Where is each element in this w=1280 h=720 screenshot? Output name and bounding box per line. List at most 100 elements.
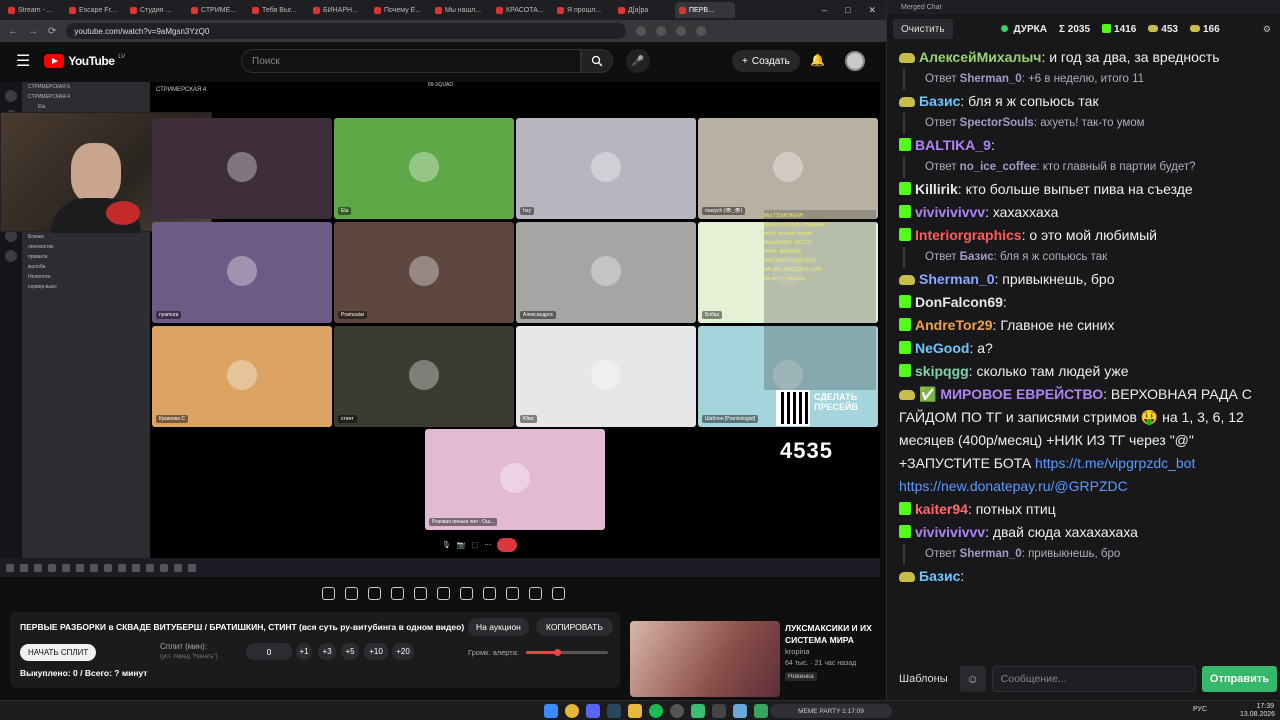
chat-username[interactable]: NeGood: [915, 340, 969, 356]
chat-username[interactable]: ✅ МИРОВОЕ ЕВРЕЙСТВО: [919, 386, 1103, 402]
recommended-title[interactable]: ЛУКСМАКСИКИ И ИХ СИСТЕМА МИРА: [785, 622, 881, 646]
clear-button[interactable]: Очистить: [893, 19, 953, 39]
bell-icon[interactable]: 🔔: [810, 53, 825, 67]
spotify-icon[interactable]: [649, 704, 663, 718]
media-widget[interactable]: MEME PARTY 1:17:09: [770, 704, 892, 718]
minimize-icon[interactable]: –: [822, 5, 827, 16]
participant-tile[interactable]: nyamura: [152, 222, 332, 323]
app-icon[interactable]: [712, 704, 726, 718]
gear-icon[interactable]: [551, 586, 565, 600]
extension-icon[interactable]: [676, 26, 687, 36]
chat-username[interactable]: AndreTor29: [915, 317, 993, 333]
chat-username[interactable]: Sherman_0: [919, 271, 994, 287]
browser-tab[interactable]: СТРИМЕ...: [187, 2, 247, 18]
emoji-icon[interactable]: ☺: [959, 666, 986, 692]
broadcast-icon[interactable]: [344, 586, 358, 600]
frame-icon[interactable]: [413, 586, 427, 600]
start-split-button[interactable]: НАЧАТЬ СПЛИТ: [20, 644, 97, 661]
reply-username[interactable]: Базис: [960, 251, 994, 263]
recommended-channel[interactable]: kropina: [785, 647, 810, 656]
mic-icon[interactable]: 🎤: [626, 49, 650, 73]
loop-icon[interactable]: [321, 586, 335, 600]
maximize-icon[interactable]: □: [845, 5, 850, 16]
recommended-thumbnail[interactable]: [630, 621, 780, 697]
extension-icon[interactable]: [636, 26, 647, 36]
browser-tab[interactable]: Почему Е...: [370, 2, 430, 18]
share-icon[interactable]: ⬚: [472, 541, 479, 549]
browser-tab[interactable]: Студия ...: [126, 2, 186, 18]
create-button[interactable]: + Создать: [732, 50, 800, 72]
screen-icon[interactable]: [436, 586, 450, 600]
youtube-logo[interactable]: YouTube LV: [44, 54, 125, 68]
profile-icon[interactable]: [696, 26, 707, 36]
app-icon[interactable]: [754, 704, 768, 718]
participant-tile[interactable]: Александрос: [516, 222, 696, 323]
search-button[interactable]: [581, 49, 613, 73]
browser-tab[interactable]: БИНАРН...: [309, 2, 369, 18]
chat-username[interactable]: BALTIKA_9: [915, 137, 991, 153]
add-minutes-button[interactable]: +10: [364, 643, 388, 660]
participant-tile[interactable]: Кукиняка С: [152, 326, 332, 427]
chat-username[interactable]: Базис: [919, 568, 960, 584]
avatar[interactable]: [845, 51, 865, 71]
chat-link[interactable]: https://t.me/vipgrpzdc_bot: [1035, 455, 1195, 471]
chat-username[interactable]: Killirik: [915, 181, 958, 197]
discord-icon[interactable]: [586, 704, 600, 718]
participant-tile[interactable]: hey: [516, 118, 696, 219]
volume-knob[interactable]: [554, 649, 562, 656]
search-input[interactable]: Поиск: [241, 49, 581, 73]
templates-button[interactable]: Шаблоны: [893, 666, 954, 692]
reply-username[interactable]: Sherman_0: [960, 73, 1022, 85]
browser-tab[interactable]: Stream - ...: [4, 2, 64, 18]
add-minutes-button[interactable]: +3: [318, 643, 336, 660]
chat-username[interactable]: Interiorgraphics: [915, 227, 1022, 243]
add-minutes-button[interactable]: +5: [341, 643, 359, 660]
auction-button[interactable]: На аукцион: [468, 618, 529, 636]
more-icon[interactable]: ⋯: [484, 541, 491, 549]
reply-username[interactable]: Sherman_0: [960, 548, 1022, 560]
back-icon[interactable]: ←: [8, 26, 18, 37]
volume-slider[interactable]: [526, 649, 608, 656]
chat-username[interactable]: АлексейМихалыч: [919, 49, 1041, 65]
explorer-icon[interactable]: [628, 704, 642, 718]
obs-icon[interactable]: [670, 704, 684, 718]
flask-icon[interactable]: [528, 586, 542, 600]
browser-tab[interactable]: ПЕРВ...: [675, 2, 735, 18]
chat-username[interactable]: vivivivivvv: [915, 204, 985, 220]
chat-username[interactable]: Базис: [919, 93, 960, 109]
language-indicator[interactable]: РУС: [1193, 706, 1207, 713]
participant-tile[interactable]: Юви: [516, 326, 696, 427]
close-icon[interactable]: ✕: [868, 5, 876, 16]
video-player[interactable]: СТРИМЕРСКАЯ 5 СТРИМЕРСКАЯ 4 Ela hey masych (…: [0, 82, 880, 577]
gauge-icon[interactable]: [459, 586, 473, 600]
chat-link[interactable]: https://new.donatepay.ru/@GRPZDC: [899, 478, 1128, 494]
clock[interactable]: 17:39 13.08.2026: [1240, 703, 1275, 719]
browser-tab[interactable]: Я прошл...: [553, 2, 613, 18]
url-field[interactable]: youtube.com/watch?v=9aMgsn3YzQ0: [66, 23, 627, 39]
add-minutes-button[interactable]: +1: [296, 643, 312, 660]
scene-icon[interactable]: [367, 586, 381, 600]
browser-tab[interactable]: Тебя Выг...: [248, 2, 308, 18]
film-icon[interactable]: [390, 586, 404, 600]
browser-tab[interactable]: Д[а]ра: [614, 2, 674, 18]
start-icon[interactable]: [544, 704, 558, 718]
send-button[interactable]: Отправить: [1201, 666, 1277, 692]
hangup-button[interactable]: [497, 538, 518, 552]
participant-tile[interactable]: Pramoutar: [334, 222, 514, 323]
copy-button[interactable]: КОПИРОВАТЬ: [536, 618, 613, 636]
extension-icon[interactable]: [656, 26, 667, 36]
browser-tab[interactable]: Escape Fr...: [65, 2, 125, 18]
chat-username[interactable]: skipqgg: [915, 363, 969, 379]
steam-icon[interactable]: [607, 704, 621, 718]
chrome-icon[interactable]: [565, 704, 579, 718]
menu-icon[interactable]: ☰: [16, 51, 30, 71]
forward-icon[interactable]: →: [28, 26, 38, 37]
chat-username[interactable]: DonFalcon69: [915, 294, 1003, 310]
participant-tile[interactable]: стинт: [334, 326, 514, 427]
reload-icon[interactable]: ⟳: [48, 26, 56, 37]
app-icon[interactable]: [691, 704, 705, 718]
chat-username[interactable]: vivivivivvv: [915, 524, 985, 540]
split-minutes-input[interactable]: 0: [246, 643, 292, 660]
add-minutes-button[interactable]: +20: [392, 643, 414, 660]
camera-icon[interactable]: 📷: [457, 541, 466, 549]
